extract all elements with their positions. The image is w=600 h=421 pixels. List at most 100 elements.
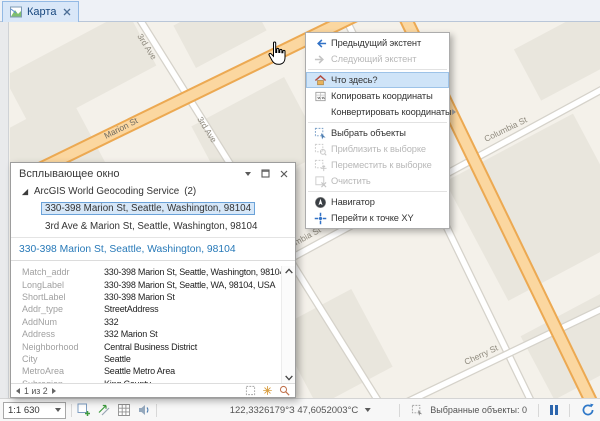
spatial-map-tool-icon[interactable] [77, 403, 91, 417]
popup-title-bar[interactable]: Всплывающее окно [11, 163, 295, 184]
menu-item-convert-coordinates[interactable]: Конвертировать координаты [306, 104, 449, 120]
scroll-down-icon[interactable] [284, 375, 294, 381]
scale-value: 1:1 630 [8, 405, 55, 416]
grid-icon[interactable] [117, 403, 131, 417]
context-menu: Предыдущий экстент Следующий экстент Что… [305, 32, 450, 229]
menu-item-label: Приблизить к выборке [331, 144, 426, 154]
menu-item-label: Следующий экстент [331, 54, 416, 64]
coordinate-dropdown-caret-icon[interactable] [364, 408, 370, 412]
field-row: Addr_typeStreetAddress [22, 303, 279, 315]
pause-drawing-icon[interactable] [550, 405, 558, 415]
field-value: StreetAddress [104, 304, 158, 314]
popup-close-icon[interactable] [280, 170, 288, 178]
copy-coordinates-icon [310, 90, 331, 103]
field-row: Address332 Marion St [22, 328, 279, 340]
record-pager: 1 из 2 [16, 386, 56, 396]
menu-separator [308, 122, 447, 123]
menu-item-pan-to-selection[interactable]: Переместить к выборке [306, 157, 449, 173]
popup-menu-caret-icon[interactable] [245, 172, 251, 176]
popup-scrollbar[interactable] [281, 266, 295, 383]
selected-features-icon [411, 404, 424, 417]
divider [71, 404, 72, 417]
menu-item-label: Переместить к выборке [331, 160, 432, 170]
menu-item-go-to-xy[interactable]: Перейти к точке XY [306, 210, 449, 226]
menu-item-next-extent[interactable]: Следующий экстент [306, 51, 449, 67]
field-row: AddNum332 [22, 316, 279, 328]
field-label: ShortLabel [22, 292, 104, 302]
field-value: Central Business District [104, 342, 197, 352]
field-value: 332 Marion St [104, 329, 157, 339]
tab-map[interactable]: Карта [2, 1, 79, 22]
arcgis-pro-window: Marion St 3rd Ave 3rd Ave Columbia St Co… [0, 0, 600, 421]
tree-service-count: (2) [184, 186, 196, 197]
field-row: NeighborhoodCentral Business District [22, 340, 279, 352]
field-label: Match_addr [22, 267, 104, 277]
field-row: CitySeattle [22, 353, 279, 365]
field-label: Subregion [22, 379, 104, 383]
submenu-arrow-icon [452, 109, 456, 115]
menu-item-clear-selection[interactable]: Очистить [306, 173, 449, 189]
field-row: MetroAreaSeattle Metro Area [22, 365, 279, 377]
select-record-icon[interactable] [245, 385, 256, 396]
scroll-up-icon[interactable] [284, 268, 294, 274]
field-label: Address [22, 329, 104, 339]
menu-item-label: Очистить [331, 176, 371, 186]
divider [538, 404, 539, 417]
menu-item-label: Предыдущий экстент [331, 38, 421, 48]
menu-item-select-features[interactable]: Выбрать объекты [306, 125, 449, 141]
divider [399, 404, 400, 417]
tree-result[interactable]: 3rd Ave & Marion St, Seattle, Washington… [41, 220, 261, 233]
field-value: 330-398 Marion St [104, 292, 175, 302]
menu-item-label: Копировать координаты [331, 91, 433, 101]
divider [569, 404, 570, 417]
tab-close-icon[interactable] [63, 8, 71, 16]
menu-item-copy-coordinates[interactable]: Копировать координаты [306, 88, 449, 104]
menu-separator [308, 191, 447, 192]
menu-item-what-is-here[interactable]: Что здесь? [306, 72, 449, 88]
left-pane-edge [0, 22, 9, 398]
selected-features-count: 0 [522, 405, 527, 415]
field-value: King County [104, 379, 151, 383]
popup-detail-panel: 330-398 Marion St, Seattle, Washington, … [11, 237, 295, 383]
coordinate-text: 122,3326179°З 47,6052003°С [230, 405, 359, 416]
popup-title: Всплывающее окно [19, 168, 120, 180]
detail-title-link[interactable]: 330-398 Marion St, Seattle, Washington, … [11, 238, 295, 261]
clear-selection-icon [310, 175, 331, 188]
field-label: LongLabel [22, 280, 104, 290]
convert-arrows-icon[interactable] [97, 403, 111, 417]
field-label: Neighborhood [22, 342, 104, 352]
field-label: City [22, 354, 104, 364]
popup-undock-icon[interactable] [261, 169, 270, 178]
scale-dropdown-caret-icon[interactable] [55, 408, 61, 412]
tree-service-node[interactable]: ArcGIS World Geocoding Service (2) [21, 186, 287, 197]
pager-prev-icon[interactable] [16, 388, 20, 394]
field-row: SubregionKing County [22, 378, 279, 383]
pan-to-selection-icon [310, 159, 331, 172]
zoom-to-record-icon[interactable] [279, 385, 290, 396]
field-label: AddNum [22, 317, 104, 327]
popup-results-tree: ArcGIS World Geocoding Service (2) 330-3… [11, 184, 295, 237]
tree-service-label: ArcGIS World Geocoding Service [34, 186, 179, 197]
pager-text: 1 из 2 [24, 386, 48, 396]
pager-next-icon[interactable] [52, 388, 56, 394]
field-label: Addr_type [22, 304, 104, 314]
menu-item-navigator[interactable]: Навигатор [306, 194, 449, 210]
menu-item-zoom-to-selection[interactable]: Приблизить к выборке [306, 141, 449, 157]
selected-features-label: Выбранные объекты: [430, 405, 519, 415]
zoom-to-selection-icon [310, 143, 331, 156]
field-label: MetroArea [22, 366, 104, 376]
tree-result-selected[interactable]: 330-398 Marion St, Seattle, Washington, … [41, 202, 255, 215]
speaker-icon[interactable] [137, 403, 151, 417]
tab-map-label: Карта [27, 6, 56, 18]
menu-separator [308, 69, 447, 70]
map-icon [10, 6, 22, 18]
field-value: 330-398 Marion St, Seattle, Washington, … [104, 267, 284, 277]
scale-input[interactable]: 1:1 630 [3, 402, 66, 419]
arrow-right-icon [310, 53, 331, 66]
flash-location-icon[interactable] [262, 385, 273, 396]
coordinate-readout[interactable]: 122,3326179°З 47,6052003°С [230, 405, 371, 416]
field-row: LongLabel330-398 Marion St, Seattle, WA,… [22, 278, 279, 290]
attribute-table: Match_addr330-398 Marion St, Seattle, Wa… [11, 261, 295, 383]
menu-item-previous-extent[interactable]: Предыдущий экстент [306, 35, 449, 51]
refresh-icon[interactable] [581, 403, 595, 417]
